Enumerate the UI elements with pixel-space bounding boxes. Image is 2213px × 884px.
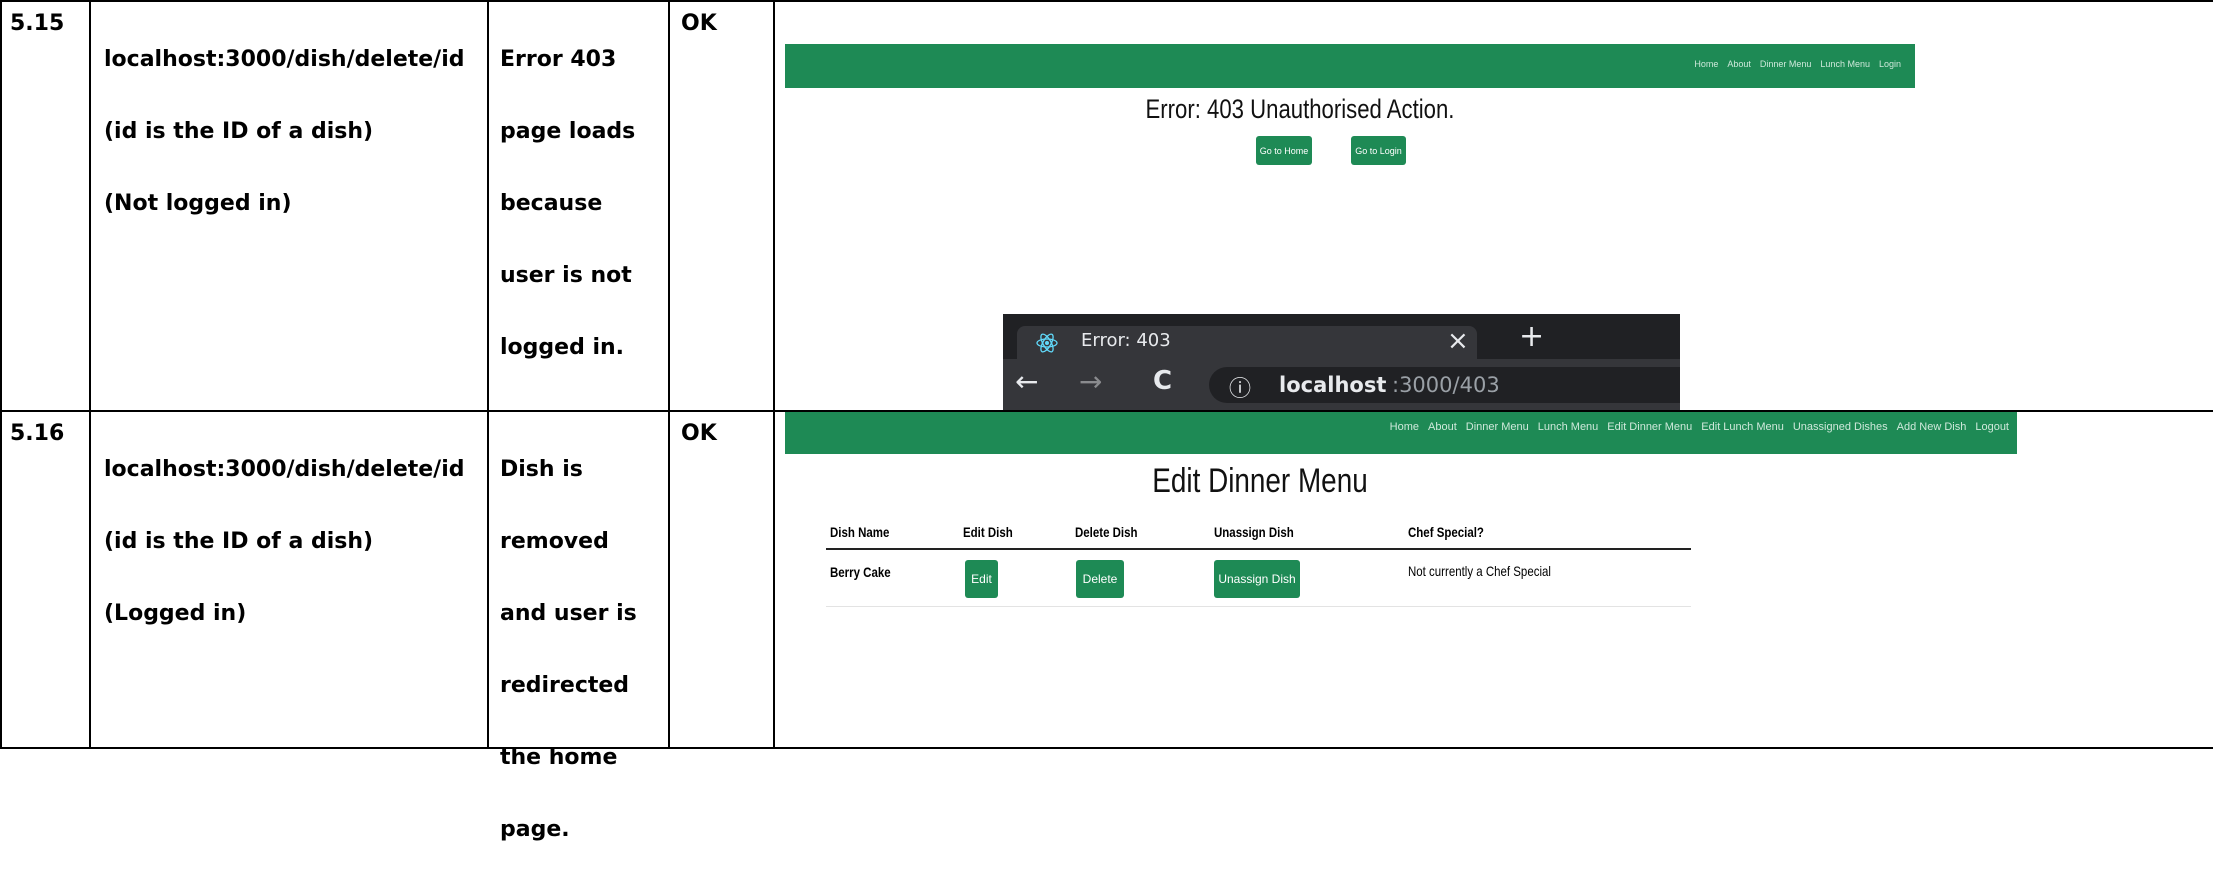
expected-line: removed (500, 529, 609, 554)
expected-line: the home (500, 745, 618, 770)
expected-result: Error 403 page loads because user is not… (500, 6, 635, 402)
tab-title: Error: 403 (1081, 330, 1171, 351)
nav-link-logout[interactable]: Logout (1975, 421, 2009, 433)
page-title: Edit Dinner Menu (1152, 462, 1368, 500)
nav-link-home[interactable]: Home (1694, 59, 1718, 69)
expected-line: user is not (500, 263, 632, 288)
test-line: (id is the ID of a dish) (104, 529, 374, 554)
unassign-dish-button[interactable]: Unassign Dish (1214, 560, 1300, 598)
expected-line: redirected (500, 673, 630, 698)
header-unassign-dish: Unassign Dish (1214, 524, 1294, 540)
nav-link-lunch-menu[interactable]: Lunch Menu (1820, 59, 1870, 69)
test-description: localhost:3000/dish/delete/id (id is the… (104, 6, 465, 258)
address-bar[interactable]: ⓘ localhost :3000/403 (1209, 367, 1680, 403)
react-icon (1036, 333, 1058, 353)
nav-links: Home About Dinner Menu Lunch Menu Edit D… (1390, 421, 2009, 433)
test-number: 5.16 (10, 421, 65, 446)
url-path: :3000/403 (1392, 373, 1500, 397)
nav-link-unassigned-dishes[interactable]: Unassigned Dishes (1793, 421, 1888, 433)
browser-tab[interactable]: Error: 403 × (1017, 326, 1477, 359)
nav-link-lunch-menu[interactable]: Lunch Menu (1538, 421, 1599, 433)
header-dish-name: Dish Name (830, 524, 890, 540)
expected-line: page. (500, 817, 570, 842)
expected-line: Error 403 (500, 47, 617, 72)
nav-link-edit-dinner-menu[interactable]: Edit Dinner Menu (1607, 421, 1692, 433)
nav-link-dinner-menu[interactable]: Dinner Menu (1760, 59, 1812, 69)
new-tab-icon[interactable]: + (1519, 319, 1544, 354)
table-border-top (0, 0, 2213, 2)
expected-line: page loads (500, 119, 636, 144)
column-divider-4 (773, 0, 775, 749)
delete-button[interactable]: Delete (1076, 560, 1124, 598)
navbar: Home About Dinner Menu Lunch Menu Edit D… (785, 412, 2017, 454)
back-arrow-icon[interactable]: ← (1015, 365, 1038, 398)
actual-result: OK (681, 421, 717, 446)
header-edit-dish: Edit Dish (963, 524, 1013, 540)
navbar: Home About Dinner Menu Lunch Menu Login (785, 44, 1915, 88)
nav-links: Home About Dinner Menu Lunch Menu Login (1694, 59, 1901, 69)
table-header-divider (826, 548, 1691, 550)
nav-link-home[interactable]: Home (1390, 421, 1419, 433)
test-number: 5.15 (10, 11, 65, 36)
browser-chrome: Error: 403 × + ← → C ⓘ localhost :3000/4… (1003, 314, 1680, 410)
expected-line: because (500, 191, 603, 216)
test-line: (Not logged in) (104, 191, 292, 216)
nav-link-about[interactable]: About (1428, 421, 1457, 433)
header-delete-dish: Delete Dish (1075, 524, 1138, 540)
column-divider-3 (668, 0, 670, 749)
test-line: (Logged in) (104, 601, 247, 626)
tab-close-icon[interactable]: × (1447, 326, 1469, 356)
test-line: localhost:3000/dish/delete/id (104, 457, 465, 482)
nav-link-login[interactable]: Login (1879, 59, 1901, 69)
column-divider-1 (89, 0, 91, 749)
column-divider-2 (487, 0, 489, 749)
browser-toolbar: ← → C ⓘ localhost :3000/403 (1003, 359, 1680, 410)
header-chef-special: Chef Special? (1408, 524, 1484, 540)
expected-line: and user is (500, 601, 637, 626)
expected-line: Dish is (500, 457, 583, 482)
dish-name: Berry Cake (830, 564, 891, 580)
table-row-divider (826, 606, 1691, 607)
expected-result: Dish is removed and user is redirected t… (500, 416, 637, 884)
nav-link-edit-lunch-menu[interactable]: Edit Lunch Menu (1701, 421, 1784, 433)
table-border-left (0, 0, 2, 749)
forward-arrow-icon[interactable]: → (1079, 365, 1102, 398)
test-line: localhost:3000/dish/delete/id (104, 47, 465, 72)
reload-icon[interactable]: C (1153, 366, 1172, 396)
nav-link-add-new-dish[interactable]: Add New Dish (1897, 421, 1967, 433)
tab-strip: Error: 403 × + (1003, 314, 1680, 359)
go-to-home-button[interactable]: Go to Home (1256, 136, 1312, 165)
expected-line: logged in. (500, 335, 625, 360)
test-line: (id is the ID of a dish) (104, 119, 374, 144)
go-to-login-button[interactable]: Go to Login (1351, 136, 1406, 165)
edit-button[interactable]: Edit (965, 560, 998, 598)
nav-link-about[interactable]: About (1727, 59, 1751, 69)
test-description: localhost:3000/dish/delete/id (id is the… (104, 416, 465, 668)
chef-special-status: Not currently a Chef Special (1408, 563, 1551, 579)
nav-link-dinner-menu[interactable]: Dinner Menu (1466, 421, 1529, 433)
actual-result: OK (681, 11, 717, 36)
info-icon: ⓘ (1229, 377, 1252, 402)
error-title: Error: 403 Unauthorised Action. (1145, 94, 1455, 124)
url-host: localhost (1279, 373, 1387, 397)
